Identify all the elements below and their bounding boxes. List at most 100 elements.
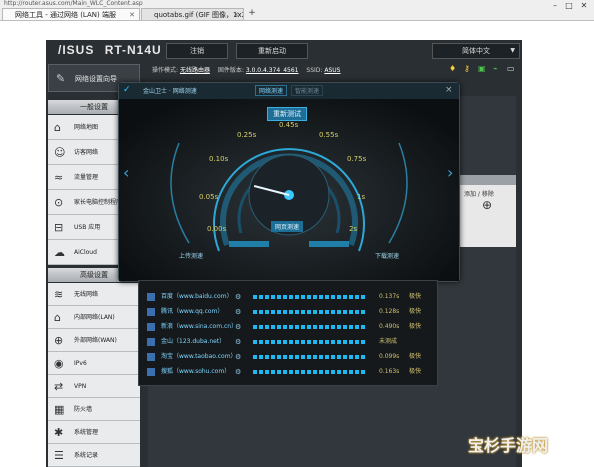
- speed-level: 极快: [409, 308, 422, 315]
- close-tab-icon[interactable]: ✕: [233, 9, 239, 20]
- ipv6-icon: ◉: [54, 357, 64, 370]
- client-panel-header: [458, 175, 516, 185]
- firmware-link[interactable]: 3.0.0.4.374_4561: [246, 67, 299, 74]
- site-name[interactable]: 新浪（www.sina.com.cn）: [161, 321, 237, 333]
- sidebar-general-item-label: USB 应用: [74, 224, 101, 231]
- wireless-icon: ≋: [54, 288, 64, 301]
- site-favicon-icon: [147, 293, 155, 301]
- tick-label: 0.25s: [237, 131, 257, 139]
- ssid-link[interactable]: ASUS: [324, 67, 340, 74]
- screen-icon[interactable]: ▭: [507, 64, 515, 73]
- site-name[interactable]: 淘宝（www.taobao.com）: [161, 351, 237, 363]
- gear-icon[interactable]: ⚙: [235, 351, 241, 363]
- tab-network-speed[interactable]: 网络测速: [255, 85, 288, 96]
- mode-link[interactable]: 无线路由器: [180, 67, 210, 74]
- result-row: 腾讯（www.qq.com） ⚙ 0.128s 极快: [147, 306, 431, 318]
- result-row: 金山（123.duba.net） ⚙ 未测成: [147, 336, 431, 348]
- prev-arrow-icon[interactable]: ‹: [123, 163, 129, 182]
- speed-level: 极快: [409, 293, 422, 300]
- new-tab-button[interactable]: +: [245, 9, 259, 19]
- tab-smart-speed[interactable]: 智能测速: [291, 85, 324, 96]
- administration-icon: ✱: [54, 426, 64, 439]
- lightbulb-icon[interactable]: ♦: [449, 64, 456, 73]
- add-icon[interactable]: ⊕: [458, 198, 516, 212]
- close-window-button[interactable]: ✕: [577, 1, 591, 11]
- site-favicon-icon: [147, 308, 155, 316]
- speed-bar: [253, 340, 365, 344]
- speed-bar: [253, 355, 365, 359]
- ssid-label: SSID:: [306, 67, 323, 74]
- speed-level: 极快: [409, 353, 422, 360]
- site-name[interactable]: 搜狐（www.sohu.com）: [161, 366, 230, 378]
- sidebar-advanced-item-label: IPv6: [74, 360, 87, 367]
- response-time: 0.099s: [379, 353, 400, 360]
- maximize-button[interactable]: □: [562, 1, 576, 11]
- gear-icon[interactable]: ⚙: [235, 306, 241, 318]
- sidebar-advanced-item-label: 系统管理: [74, 429, 99, 436]
- reboot-button[interactable]: 重新启动: [236, 43, 308, 59]
- sidebar-advanced-item-label: 内部网络(LAN): [74, 314, 115, 321]
- usb-icon[interactable]: ⌁: [493, 64, 498, 73]
- wan-icon: ⊕: [54, 334, 64, 347]
- gear-icon[interactable]: ⚙: [235, 336, 241, 348]
- result-row: 搜狐（www.sohu.com） ⚙ 0.163s 极快: [147, 366, 431, 378]
- site-name[interactable]: 腾讯（www.qq.com）: [161, 306, 223, 318]
- key-icon[interactable]: ⚷: [464, 64, 470, 73]
- sidebar-advanced-item[interactable]: ✱ 系统管理: [48, 421, 140, 444]
- logout-button[interactable]: 注销: [166, 43, 228, 59]
- sidebar-advanced-item-label: 无线网络: [74, 291, 99, 298]
- site-favicon-icon: [147, 323, 155, 331]
- sidebar-general-item-label: AiCloud: [74, 249, 97, 256]
- sidebar-advanced-item[interactable]: ≋ 无线网络: [48, 283, 140, 306]
- gear-icon[interactable]: ⚙: [235, 321, 241, 333]
- address-text[interactable]: http://router.asus.com/Main_WLC_Content.…: [4, 0, 304, 8]
- sidebar-advanced-item-label: VPN: [74, 383, 87, 390]
- site-favicon-icon: [147, 368, 155, 376]
- result-row: 新浪（www.sina.com.cn） ⚙ 0.490s 极快: [147, 321, 431, 333]
- network-icon[interactable]: ▣: [478, 64, 486, 73]
- pin-icon[interactable]: ✓: [123, 85, 131, 95]
- sidebar-advanced-item[interactable]: ◉ IPv6: [48, 352, 140, 375]
- close-tab-icon[interactable]: ✕: [129, 9, 135, 20]
- close-icon[interactable]: ×: [445, 85, 453, 95]
- sidebar-advanced-item[interactable]: ⊕ 外部网络(WAN): [48, 329, 140, 352]
- tick-label: 0.55s: [319, 131, 339, 139]
- speed-level: 极快: [409, 323, 422, 330]
- sidebar-general-item-label: 访客网络: [74, 149, 99, 156]
- sidebar-advanced-item[interactable]: ⌂ 内部网络(LAN): [48, 306, 140, 329]
- browser-toolbar: http://router.asus.com/Main_WLC_Content.…: [0, 0, 594, 21]
- speed-bar: [253, 325, 365, 329]
- web-speed-button[interactable]: 网页测速: [271, 221, 304, 232]
- language-select[interactable]: 简体中文: [432, 43, 520, 59]
- sidebar-advanced-item[interactable]: ☰ 系统记录: [48, 444, 140, 467]
- speed-bar: [253, 310, 365, 314]
- gear-icon[interactable]: ⚙: [235, 366, 241, 378]
- minimize-button[interactable]: –: [548, 1, 562, 11]
- lan-icon: ⌂: [54, 311, 61, 324]
- asus-logo: /ISUS RT-N14U: [58, 43, 162, 57]
- retest-button[interactable]: 重新测试: [267, 107, 307, 121]
- vpn-icon: ⇄: [54, 380, 64, 393]
- brand-text: /ISUS: [58, 43, 95, 57]
- status-bar: 操作模式: 无线路由器 固件版本: 3.0.0.4.374_4561 SSID:…: [152, 65, 340, 74]
- browser-tab-active[interactable]: 网络工具 - 通过网络 (LAN) 端服 ✕: [2, 8, 140, 20]
- gear-icon[interactable]: ⚙: [235, 291, 241, 303]
- download-test-label[interactable]: 下载测速: [375, 251, 399, 260]
- site-name[interactable]: 百度（www.baidu.com）: [161, 291, 233, 303]
- tick-label: 1s: [357, 193, 366, 201]
- sidebar-advanced-item[interactable]: ▦ 防火墙: [48, 398, 140, 421]
- sidebar-advanced-item[interactable]: ⇄ VPN: [48, 375, 140, 398]
- response-time: 0.163s: [379, 368, 400, 375]
- upload-test-label[interactable]: 上传测速: [179, 251, 203, 260]
- next-arrow-icon[interactable]: ›: [447, 163, 453, 182]
- speedtest-title: 金山卫士 · 网络测速: [143, 88, 197, 95]
- sidebar-advanced-item-label: 外部网络(WAN): [74, 337, 117, 344]
- quick-setup-label: 网络设置向导: [75, 75, 117, 83]
- tick-label: 0.10s: [209, 155, 229, 163]
- site-favicon-icon: [147, 338, 155, 346]
- browser-tab[interactable]: quotabs.gif (GIF 图像，1x24 像素) ✕: [141, 8, 244, 20]
- site-name[interactable]: 金山（123.duba.net）: [161, 336, 225, 348]
- sidebar-general-item-label: 家长电脑控制程序: [74, 199, 123, 206]
- tick-label: 0.45s: [279, 121, 299, 129]
- mode-label: 操作模式:: [152, 67, 179, 74]
